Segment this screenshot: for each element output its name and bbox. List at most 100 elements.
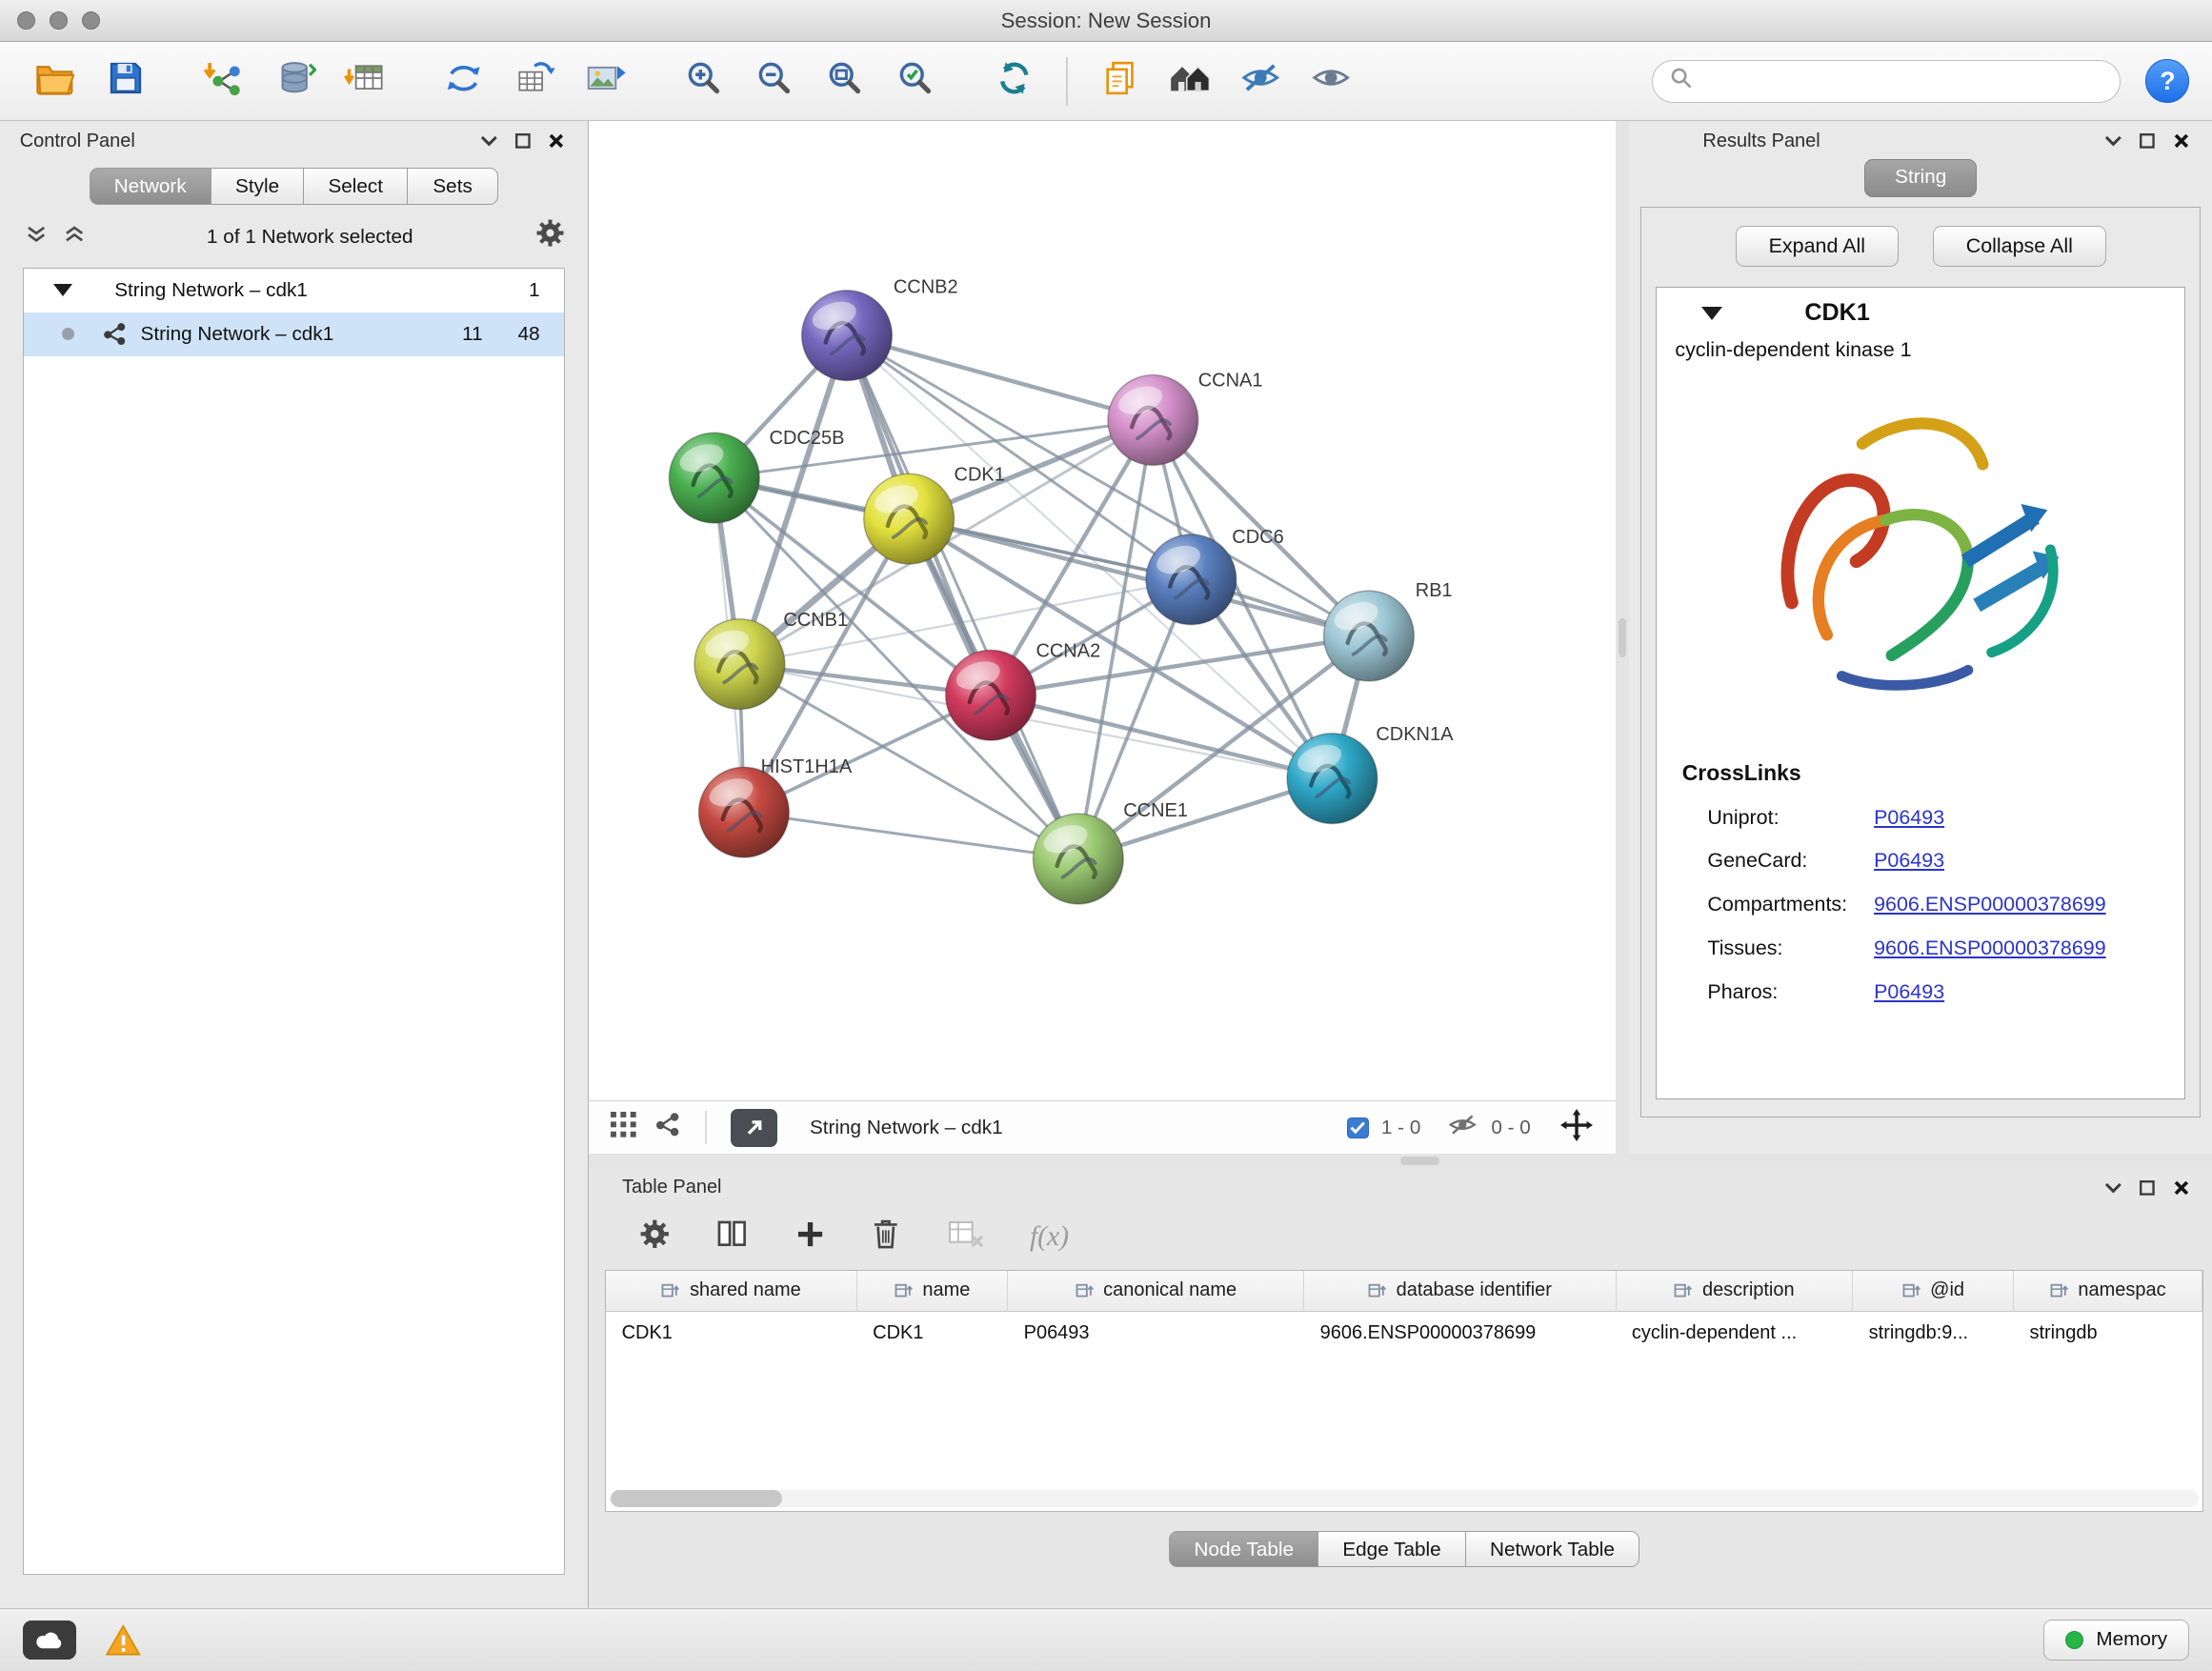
expand-all-button[interactable]: Expand All [1736,226,1900,267]
copy-document-button[interactable] [1088,50,1153,112]
table-row[interactable]: CDK1CDK1P064939606.ENSP00000378699cyclin… [606,1312,2202,1356]
tab-string[interactable]: String [1864,159,1977,196]
graph-node-HIST1H1A[interactable] [698,768,789,858]
show-columns-icon[interactable] [716,1219,749,1256]
search-input[interactable] [1702,70,2102,92]
control-panel-float-button[interactable] [506,127,540,155]
graph-node-CDC25B[interactable] [669,433,759,524]
table-header-row: shared namenamecanonical namedatabase id… [606,1271,2202,1312]
help-button[interactable]: ? [2145,59,2189,103]
hide-selected-button[interactable] [1229,50,1294,112]
results-panel-menu-button[interactable] [2097,127,2131,155]
graph-node-CCNB1[interactable] [694,619,785,710]
graph-node-CCNA1[interactable] [1108,375,1198,466]
network-canvas[interactable]: CCNB2CCNA1CDC25BCDK1CDC6RB1CCNB1CCNA2CDK… [589,121,1616,1100]
table-panel-float-button[interactable] [2130,1174,2164,1202]
splitter-handle[interactable] [1400,1157,1439,1165]
control-panel-close-button[interactable] [539,127,573,155]
graph-node-CCNA2[interactable] [945,651,1036,741]
delete-column-trash-icon[interactable] [872,1218,900,1257]
window-zoom-button[interactable] [82,11,100,30]
table-panel-close-button[interactable] [2164,1174,2199,1202]
graph-node-RB1[interactable] [1323,591,1414,681]
export-image-button[interactable] [573,50,637,112]
zoom-fit-button[interactable] [813,50,877,112]
open-in-new-window-button[interactable] [731,1109,777,1147]
tab-style[interactable]: Style [211,168,304,205]
table-panel-menu-button[interactable] [2097,1174,2131,1202]
graph-edge[interactable] [847,335,1078,858]
network-collection-row[interactable]: String Network – cdk1 1 [24,269,564,312]
window-close-button[interactable] [17,11,35,30]
memory-button[interactable]: Memory [2043,1620,2190,1661]
table-horizontal-scrollbar[interactable] [611,1490,2199,1507]
open-session-button[interactable] [23,50,88,112]
pan-crosshair-icon[interactable] [1560,1109,1593,1147]
crosslink-value-link[interactable]: P06493 [1874,980,1944,1004]
import-network-from-file-button[interactable] [191,50,256,112]
crosslink-value-link[interactable]: P06493 [1874,849,1944,873]
add-column-plus-icon[interactable] [795,1219,825,1256]
zoom-out-icon [754,58,794,104]
crosslink-value-link[interactable]: P06493 [1874,806,1944,830]
network-tools-button[interactable] [432,50,496,112]
crosslink-value-link[interactable]: 9606.ENSP00000378699 [1874,936,2106,960]
crosslink-value-link[interactable]: 9606.ENSP00000378699 [1874,893,2106,916]
expand-all-icon[interactable] [64,224,85,250]
results-panel-close-button[interactable] [2164,127,2199,155]
warning-button[interactable] [99,1621,147,1660]
zoom-selected-button[interactable] [883,50,948,112]
network-share-icon[interactable] [654,1112,681,1143]
column-header-shared-name[interactable]: shared name [606,1271,857,1311]
column-header-namespac[interactable]: namespac [2014,1271,2202,1311]
column-header--id[interactable]: @id [1853,1271,2014,1311]
graph-node-CCNB2[interactable] [801,291,892,381]
birds-eye-grid-icon[interactable] [611,1112,636,1143]
import-table-button[interactable] [332,50,397,112]
horizontal-splitter[interactable] [589,1154,2212,1168]
entry-collapse-caret[interactable] [1701,307,1722,320]
collapse-all-button[interactable]: Collapse All [1933,226,2106,267]
tab-edge-table[interactable]: Edge Table [1318,1531,1466,1568]
show-all-button[interactable] [1299,50,1364,112]
graph-node-CDK1[interactable] [863,474,954,565]
graph-node-CCNE1[interactable] [1033,814,1123,904]
hidden-eye-slash-icon[interactable] [1447,1113,1478,1142]
graph-node-CDC6[interactable] [1145,534,1236,625]
collection-expand-caret[interactable] [53,284,72,296]
tab-node-table[interactable]: Node Table [1169,1531,1318,1568]
selected-checkbox-icon[interactable] [1347,1117,1368,1138]
save-session-button[interactable] [93,50,158,112]
zoom-in-button[interactable] [672,50,736,112]
cloud-button[interactable] [23,1621,76,1660]
column-header-canonical-name[interactable]: canonical name [1008,1271,1304,1311]
scrollbar-thumb[interactable] [611,1490,783,1507]
column-header-database-identifier[interactable]: database identifier [1304,1271,1616,1311]
graph-node-CDKN1A[interactable] [1287,734,1377,824]
search-field[interactable] [1652,60,2121,102]
vertical-splitter[interactable] [1616,121,1630,1154]
home-button[interactable] [1158,50,1223,112]
new-network-from-selection-button[interactable] [502,50,567,112]
table-settings-gear-icon[interactable] [639,1218,671,1257]
graph-edge[interactable] [743,813,1077,859]
tab-network-table[interactable]: Network Table [1466,1531,1639,1568]
tab-network[interactable]: Network [90,168,211,205]
results-panel-float-button[interactable] [2130,127,2164,155]
control-panel-menu-button[interactable] [472,127,506,155]
window-minimize-button[interactable] [50,11,68,30]
column-header-description[interactable]: description [1617,1271,1854,1311]
collapse-all-icon[interactable] [26,224,47,250]
network-options-gear-icon[interactable] [535,218,565,254]
tab-sets[interactable]: Sets [408,168,498,205]
network-row-selected[interactable]: String Network – cdk1 11 48 [24,312,564,356]
graph-edge[interactable] [909,519,1369,636]
function-builder-icon[interactable]: f(x) [1030,1221,1069,1253]
import-network-from-database-button[interactable] [262,50,327,112]
refresh-view-button[interactable] [982,50,1047,112]
tab-select[interactable]: Select [304,168,408,205]
column-header-name[interactable]: name [857,1271,1008,1311]
crosslink-row: Tissues:9606.ENSP00000378699 [1657,927,2184,971]
splitter-handle[interactable] [1619,618,1627,657]
zoom-out-button[interactable] [742,50,807,112]
